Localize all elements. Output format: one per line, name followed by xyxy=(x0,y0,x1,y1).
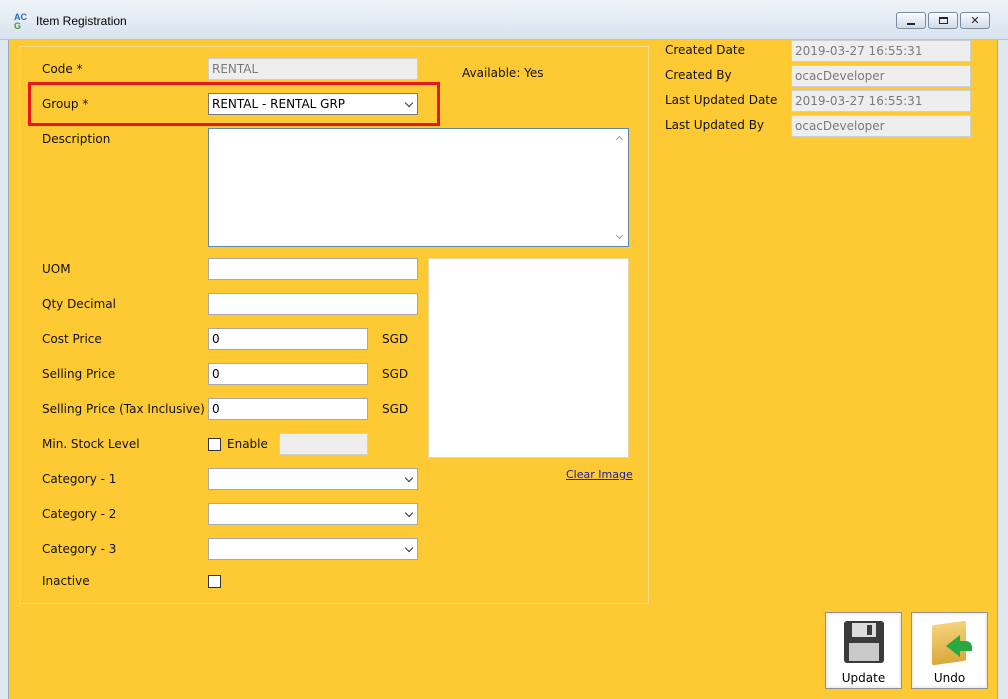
maximize-icon xyxy=(938,17,948,24)
last-updated-by-label: Last Updated By xyxy=(665,118,765,132)
category2-select[interactable] xyxy=(208,503,418,525)
inactive-checkbox[interactable] xyxy=(208,575,221,588)
last-updated-by-field: ocacDeveloper xyxy=(791,115,971,137)
undo-button-label: Undo xyxy=(933,671,966,685)
floppy-shutter xyxy=(852,623,876,637)
update-button[interactable]: Update xyxy=(825,612,902,689)
selling-price-tax-input[interactable]: 0 xyxy=(208,398,368,420)
close-icon: ✕ xyxy=(970,14,980,27)
min-stock-input[interactable] xyxy=(279,433,368,455)
floppy-label xyxy=(849,643,879,661)
description-textarea[interactable] xyxy=(208,128,629,247)
category1-select[interactable] xyxy=(208,468,418,490)
group-selected-value: RENTAL - RENTAL GRP xyxy=(212,97,346,111)
created-date-field: 2019-03-27 16:55:31 xyxy=(791,40,971,62)
last-updated-date-label: Last Updated Date xyxy=(665,93,778,107)
category1-label: Category - 1 xyxy=(42,472,117,486)
selling-price-input[interactable]: 0 xyxy=(208,363,368,385)
cost-price-label: Cost Price xyxy=(42,332,102,346)
cost-price-input[interactable]: 0 xyxy=(208,328,368,350)
chevron-down-icon xyxy=(404,473,414,483)
chevron-down-icon xyxy=(404,543,414,553)
qty-decimal-input[interactable] xyxy=(208,293,418,315)
chevron-down-icon xyxy=(404,98,414,108)
scroll-down-icon[interactable] xyxy=(615,231,624,240)
description-label: Description xyxy=(42,132,111,146)
form-area: Code * RENTAL Available: Yes Group * REN… xyxy=(8,40,998,699)
code-field[interactable]: RENTAL xyxy=(208,58,418,80)
minimize-button[interactable] xyxy=(896,12,926,29)
minimize-icon xyxy=(907,22,915,25)
selling-price-tax-label: Selling Price (Tax Inclusive) xyxy=(42,402,205,416)
item-image-box[interactable] xyxy=(428,258,629,458)
min-stock-enable-label: Enable xyxy=(227,437,268,451)
selling-price-tax-currency: SGD xyxy=(382,402,409,416)
created-date-label: Created Date xyxy=(665,43,745,57)
created-by-label: Created By xyxy=(665,68,732,82)
created-by-field: ocacDeveloper xyxy=(791,65,971,87)
window-titlebar: AC G Item Registration ✕ xyxy=(0,0,1008,40)
scroll-up-icon[interactable] xyxy=(615,135,624,144)
category3-select[interactable] xyxy=(208,538,418,560)
floppy-disk-icon xyxy=(844,621,884,663)
maximize-button[interactable] xyxy=(928,12,958,29)
qty-decimal-label: Qty Decimal xyxy=(42,297,116,311)
clear-image-link[interactable]: Clear Image xyxy=(566,468,633,481)
undo-arrow-tail xyxy=(958,641,972,651)
availability-status: Available: Yes xyxy=(462,66,544,80)
uom-label: UOM xyxy=(42,262,71,276)
cost-price-currency: SGD xyxy=(382,332,409,346)
close-button[interactable]: ✕ xyxy=(960,12,990,29)
min-stock-label: Min. Stock Level xyxy=(42,437,140,451)
inactive-label: Inactive xyxy=(42,574,90,588)
category3-label: Category - 3 xyxy=(42,542,117,556)
update-button-label: Update xyxy=(841,671,886,685)
code-label: Code * xyxy=(42,62,83,76)
uom-input[interactable] xyxy=(208,258,418,280)
window-title: Item Registration xyxy=(36,14,127,28)
chevron-down-icon xyxy=(404,508,414,518)
app-logo-text-bottom: G xyxy=(14,21,22,31)
app-logo-icon: AC G xyxy=(14,13,32,31)
group-label: Group * xyxy=(42,97,89,111)
undo-button[interactable]: Undo xyxy=(911,612,988,689)
category2-label: Category - 2 xyxy=(42,507,117,521)
min-stock-enable-checkbox[interactable] xyxy=(208,438,221,451)
selling-price-label: Selling Price xyxy=(42,367,116,381)
last-updated-date-field: 2019-03-27 16:55:31 xyxy=(791,90,971,112)
group-select[interactable]: RENTAL - RENTAL GRP xyxy=(208,93,418,115)
selling-price-currency: SGD xyxy=(382,367,409,381)
